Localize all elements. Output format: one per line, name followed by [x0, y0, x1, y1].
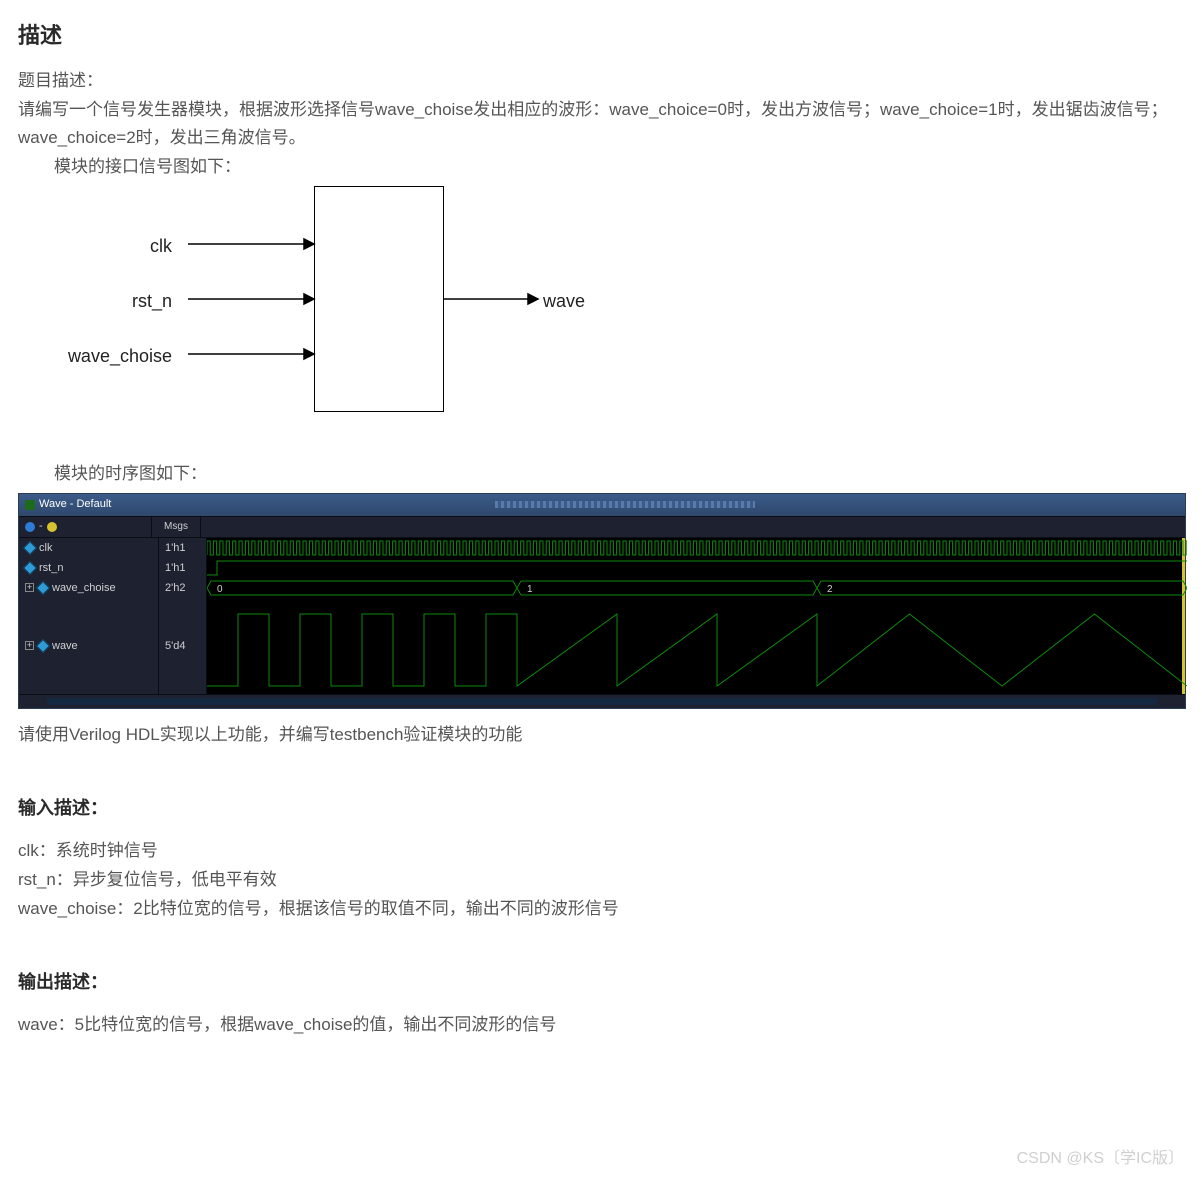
input-rstn-label: rst_n: [18, 287, 178, 316]
waveform-toolbar[interactable]: - Msgs: [19, 516, 1185, 538]
input-desc-clk: clk：系统时钟信号: [18, 837, 1184, 864]
input-wavechoise-label: wave_choise: [18, 342, 178, 371]
input-heading: 输入描述：: [18, 794, 1184, 823]
signal-icon: [23, 561, 37, 575]
page-title: 描述: [18, 18, 1184, 53]
app-icon: [25, 500, 35, 510]
task-line: 请使用Verilog HDL实现以上功能，并编写testbench验证模块的功能: [18, 721, 1184, 748]
problem-label: 题目描述：: [18, 67, 1184, 94]
input-desc-wc: wave_choise：2比特位宽的信号，根据该信号的取值不同，输出不同的波形信…: [18, 895, 1184, 922]
signal-name: wave: [52, 636, 78, 656]
titlebar-grip: [495, 501, 755, 508]
cursor-add-icon[interactable]: [25, 522, 35, 532]
svg-text:2: 2: [827, 584, 833, 595]
output-heading: 输出描述：: [18, 968, 1184, 997]
signal-row-wave[interactable]: + wave: [19, 610, 158, 682]
signal-value: 2'h2: [165, 578, 185, 598]
svg-text:1: 1: [527, 584, 533, 595]
expand-icon[interactable]: +: [25, 641, 34, 650]
signal-name: wave_choise: [52, 578, 116, 598]
waveform-titlebar: Wave - Default: [19, 494, 1185, 516]
signal-row-rstn[interactable]: rst_n: [19, 558, 158, 578]
svg-text:0: 0: [217, 584, 223, 595]
problem-body: 请编写一个信号发生器模块，根据波形选择信号wave_choise发出相应的波形：…: [18, 96, 1184, 150]
watermark-text: CSDN @KS〔学IC版〕: [1017, 1146, 1184, 1172]
output-desc-wave: wave：5比特位宽的信号，根据wave_choise的值，输出不同波形的信号: [18, 1011, 1184, 1038]
signal-row-clk[interactable]: clk: [19, 538, 158, 558]
waveform-title-text: Wave - Default: [39, 496, 111, 514]
signal-row-wavechoise[interactable]: + wave_choise: [19, 578, 158, 598]
signal-icon: [36, 639, 50, 653]
diagram-caption: 模块的接口信号图如下：: [18, 153, 1184, 180]
signal-icon: [36, 581, 50, 595]
expand-icon[interactable]: +: [25, 583, 34, 592]
timing-caption: 模块的时序图如下：: [18, 460, 1184, 487]
output-wave-label: wave: [543, 287, 585, 316]
signal-value: 5'd4: [165, 636, 185, 656]
input-clk-label: clk: [18, 232, 178, 261]
waveform-plot[interactable]: 0 1 2: [207, 538, 1185, 694]
input-desc-rstn: rst_n：异步复位信号，低电平有效: [18, 866, 1184, 893]
signal-value: 1'h1: [165, 558, 185, 578]
signal-icon: [23, 541, 37, 555]
signal-value-panel: 1'h1 1'h1 2'h2 5'd4: [159, 538, 207, 694]
cursor-mark-icon[interactable]: [47, 522, 57, 532]
waveform-viewer: Wave - Default - Msgs clk rst_n + wave_c…: [18, 493, 1186, 709]
signal-name: clk: [39, 538, 52, 558]
msgs-column-header: Msgs: [151, 516, 201, 538]
signal-value: 1'h1: [165, 538, 185, 558]
waveform-scrollbar[interactable]: [19, 694, 1185, 708]
signal-name-panel[interactable]: clk rst_n + wave_choise + wave: [19, 538, 159, 694]
signal-name: rst_n: [39, 558, 63, 578]
module-block-diagram: clk rst_n wave_choise wave: [18, 186, 578, 416]
